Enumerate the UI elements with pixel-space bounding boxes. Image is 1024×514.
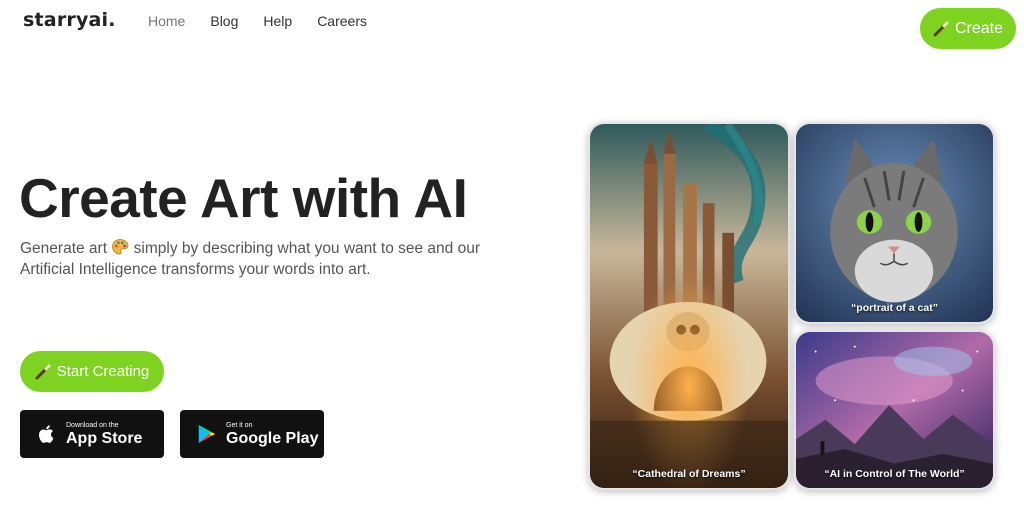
cathedral-caption: “Cathedral of Dreams” <box>632 468 746 480</box>
subtitle-part1: Generate art <box>20 240 108 257</box>
hero-subtitle: Generate art simply by describing what y… <box>20 238 480 280</box>
cathedral-image <box>590 124 788 488</box>
app-store-small: Download on the <box>66 421 119 429</box>
google-play-text: Get it on Google Play <box>226 422 318 447</box>
nav-link-help[interactable]: Help <box>263 13 292 29</box>
nav-links: Home Blog Help Careers <box>148 13 392 29</box>
cat-image <box>796 124 993 322</box>
brush-icon <box>35 364 51 379</box>
nav-link-home[interactable]: Home <box>148 13 185 29</box>
google-play-button[interactable]: Get it on Google Play <box>180 410 324 458</box>
create-button[interactable]: Create <box>920 8 1016 49</box>
cathedral-artwork-card[interactable]: “Cathedral of Dreams” <box>588 122 790 490</box>
hero-title: Create Art with AI <box>19 167 468 229</box>
top-nav: starryai. Home Blog Help Careers Create <box>0 0 1024 56</box>
logo[interactable]: starryai. <box>23 9 116 31</box>
apple-icon <box>39 425 54 443</box>
create-button-label: Create <box>954 19 1004 37</box>
app-store-big: App Store <box>66 429 143 447</box>
app-store-button[interactable]: Download on the App Store <box>20 410 164 458</box>
cat-artwork-card[interactable]: “portrait of a cat” <box>794 122 995 324</box>
google-play-big: Google Play <box>226 429 319 447</box>
space-artwork-card[interactable]: “AI in Control of The World” <box>794 330 995 490</box>
google-play-icon <box>198 424 216 444</box>
start-creating-label: Start Creating <box>56 363 150 380</box>
start-creating-button[interactable]: Start Creating <box>20 351 164 392</box>
nav-link-blog[interactable]: Blog <box>210 13 238 29</box>
space-caption: “AI in Control of The World” <box>824 468 965 480</box>
space-image <box>796 332 993 488</box>
palette-icon <box>112 239 129 255</box>
google-play-small: Get it on <box>226 421 253 429</box>
nav-link-careers[interactable]: Careers <box>317 13 367 29</box>
app-store-text: Download on the App Store <box>66 422 142 447</box>
brush-icon <box>933 21 949 36</box>
cat-caption: “portrait of a cat” <box>851 302 938 314</box>
